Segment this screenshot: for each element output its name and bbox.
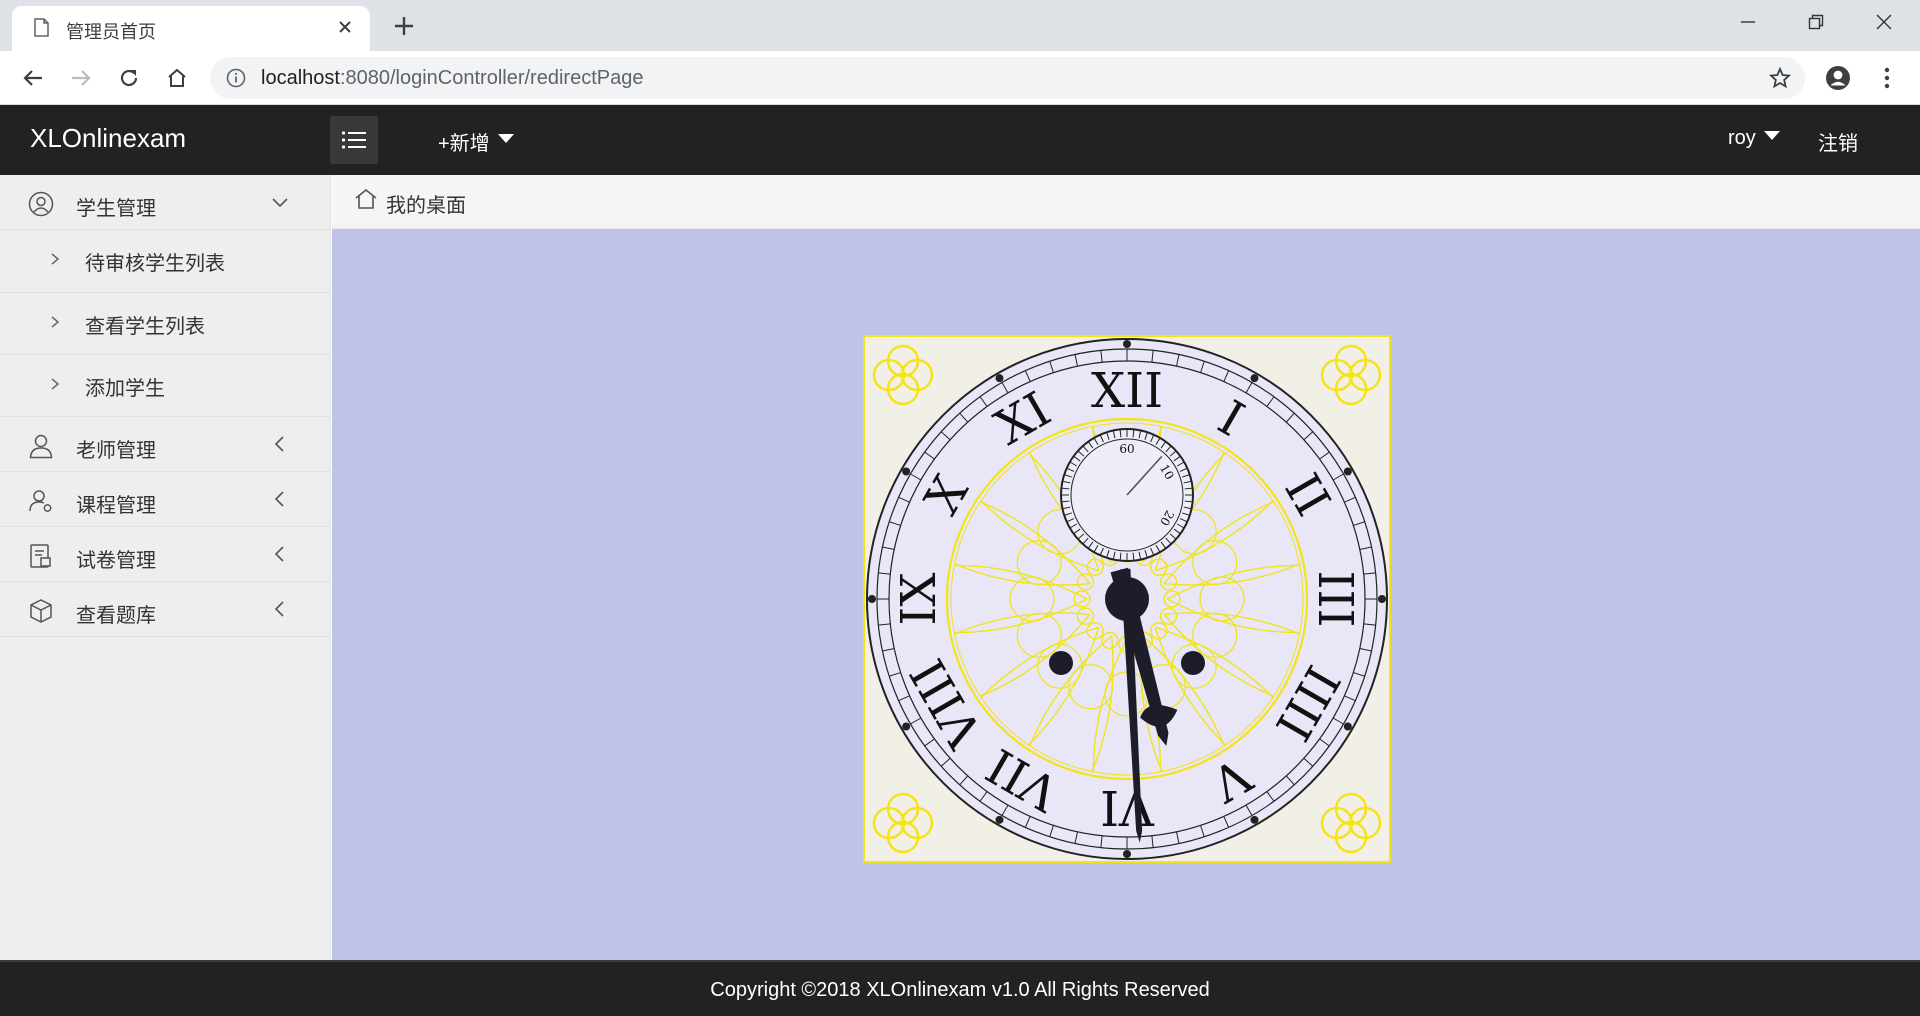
back-icon[interactable] bbox=[18, 63, 48, 93]
sidebar-group-students[interactable]: 学生管理 bbox=[0, 175, 331, 230]
logout-link[interactable]: 注销 bbox=[1818, 127, 1858, 156]
chevron-left-icon bbox=[274, 436, 284, 452]
breadcrumb-current[interactable]: 我的桌面 bbox=[386, 189, 466, 218]
clock-hour-marker bbox=[995, 815, 1004, 824]
sidebar: 学生管理 待审核学生列表 查看学生列表 添加学生 老师管理 课程管理 试卷管理 … bbox=[0, 175, 331, 960]
sidebar-item-student-list[interactable]: 查看学生列表 bbox=[0, 293, 331, 355]
clock-hour-marker bbox=[1250, 815, 1259, 824]
chevron-left-icon bbox=[274, 546, 284, 562]
user-circle-icon bbox=[28, 191, 54, 217]
clock-center-boss bbox=[1105, 577, 1149, 621]
clock-widget: XII IIIIIIIIIIVVIVIIVIIIIXXXI 601020 bbox=[863, 335, 1391, 863]
sidebar-item-add-student[interactable]: 添加学生 bbox=[0, 355, 331, 417]
sidebar-group-label: 试卷管理 bbox=[76, 548, 156, 572]
page-icon bbox=[34, 18, 49, 37]
clock-hour-marker bbox=[902, 467, 911, 476]
sidebar-group-label: 学生管理 bbox=[76, 196, 156, 220]
clock-numeral: III bbox=[1307, 571, 1363, 628]
chevron-right-icon bbox=[51, 378, 60, 390]
caret-down-icon bbox=[497, 134, 514, 143]
new-tab-icon[interactable] bbox=[390, 12, 418, 40]
clock-hour-marker bbox=[995, 374, 1004, 383]
browser-menu-icon[interactable] bbox=[1872, 63, 1902, 93]
sidebar-group-label: 老师管理 bbox=[76, 438, 156, 462]
sidebar-item-label: 添加学生 bbox=[85, 376, 165, 400]
sidebar-item-label: 待审核学生列表 bbox=[85, 251, 225, 275]
main-content: XII I II III IIII V VI VII VIII IX X XI 60 10 20 bbox=[332, 229, 1920, 960]
sidebar-item-pending-students[interactable]: 待审核学生列表 bbox=[0, 230, 331, 293]
sidebar-group-teachers[interactable]: 老师管理 bbox=[0, 417, 331, 472]
document-icon bbox=[30, 544, 51, 568]
home-icon bbox=[355, 188, 377, 209]
cube-icon bbox=[30, 599, 52, 623]
close-tab-icon[interactable] bbox=[334, 16, 356, 38]
minimize-icon[interactable] bbox=[1728, 8, 1768, 36]
clock-hour-marker bbox=[902, 722, 911, 731]
add-new-label: +新增 bbox=[438, 133, 490, 155]
brand-logo[interactable]: XLOnlinexam bbox=[30, 123, 186, 154]
sidebar-group-label: 查看题库 bbox=[76, 603, 156, 627]
chevron-right-icon bbox=[51, 253, 60, 265]
clock-subdial-label: 60 bbox=[1119, 442, 1134, 456]
breadcrumb: 我的桌面 bbox=[332, 175, 1920, 229]
profile-avatar-icon[interactable] bbox=[1823, 63, 1853, 93]
clock-hour-marker bbox=[1343, 722, 1352, 731]
reload-icon[interactable] bbox=[114, 63, 144, 93]
clock-winding-hole bbox=[1181, 651, 1205, 675]
clock-winding-hole bbox=[1049, 651, 1073, 675]
add-new-menu[interactable]: +新增 bbox=[438, 127, 514, 156]
menu-toggle-button[interactable] bbox=[330, 116, 378, 164]
clock-hour-marker bbox=[1250, 374, 1259, 383]
url-text[interactable]: localhost:8080/loginController/redirectP… bbox=[261, 67, 643, 90]
list-menu-icon bbox=[341, 131, 366, 149]
user-menu[interactable]: roy bbox=[1728, 127, 1780, 150]
sidebar-item-label: 查看学生列表 bbox=[85, 314, 205, 338]
sidebar-group-question-bank[interactable]: 查看题库 bbox=[0, 582, 331, 637]
user-name: roy bbox=[1728, 127, 1756, 149]
restore-icon[interactable] bbox=[1796, 8, 1836, 36]
forward-icon[interactable] bbox=[66, 63, 96, 93]
clock-numeral: IX bbox=[891, 572, 947, 625]
user-settings-icon bbox=[29, 490, 52, 512]
chevron-left-icon bbox=[274, 491, 284, 507]
url-host: localhost bbox=[261, 67, 340, 89]
sidebar-group-courses[interactable]: 课程管理 bbox=[0, 472, 331, 527]
browser-tabbar: 管理员首页 bbox=[0, 0, 1920, 51]
sidebar-group-label: 课程管理 bbox=[76, 493, 156, 517]
clock-hour-marker bbox=[1123, 340, 1131, 348]
chevron-left-icon bbox=[274, 601, 284, 617]
address-bar[interactable]: localhost:8080/loginController/redirectP… bbox=[210, 57, 1805, 99]
clock-numeral: VI bbox=[1100, 779, 1155, 835]
chevron-down-icon bbox=[272, 198, 288, 208]
user-icon bbox=[29, 434, 53, 459]
browser-tab[interactable]: 管理员首页 bbox=[12, 6, 370, 51]
close-window-icon[interactable] bbox=[1864, 8, 1904, 36]
info-icon[interactable] bbox=[226, 68, 246, 88]
clock-hour-marker bbox=[1123, 850, 1131, 858]
sidebar-group-exams[interactable]: 试卷管理 bbox=[0, 527, 331, 582]
copyright-text: Copyright ©2018 XLOnlinexam v1.0 All Rig… bbox=[710, 979, 1210, 1001]
clock-numeral: XII bbox=[1091, 363, 1163, 419]
browser-toolbar: localhost:8080/loginController/redirectP… bbox=[0, 51, 1920, 105]
clock-hour-marker bbox=[1343, 467, 1352, 476]
footer: Copyright ©2018 XLOnlinexam v1.0 All Rig… bbox=[0, 960, 1920, 1016]
chevron-right-icon bbox=[51, 316, 60, 328]
home-icon[interactable] bbox=[162, 63, 192, 93]
clock-hour-marker bbox=[1378, 595, 1386, 603]
caret-down-icon bbox=[1763, 131, 1780, 140]
clock-hour-marker bbox=[868, 595, 876, 603]
tab-title: 管理员首页 bbox=[66, 22, 156, 42]
bookmark-star-icon[interactable] bbox=[1769, 67, 1791, 89]
app-header: XLOnlinexam +新增 roy 注销 bbox=[0, 105, 1920, 175]
url-path: :8080/loginController/redirectPage bbox=[339, 67, 644, 89]
